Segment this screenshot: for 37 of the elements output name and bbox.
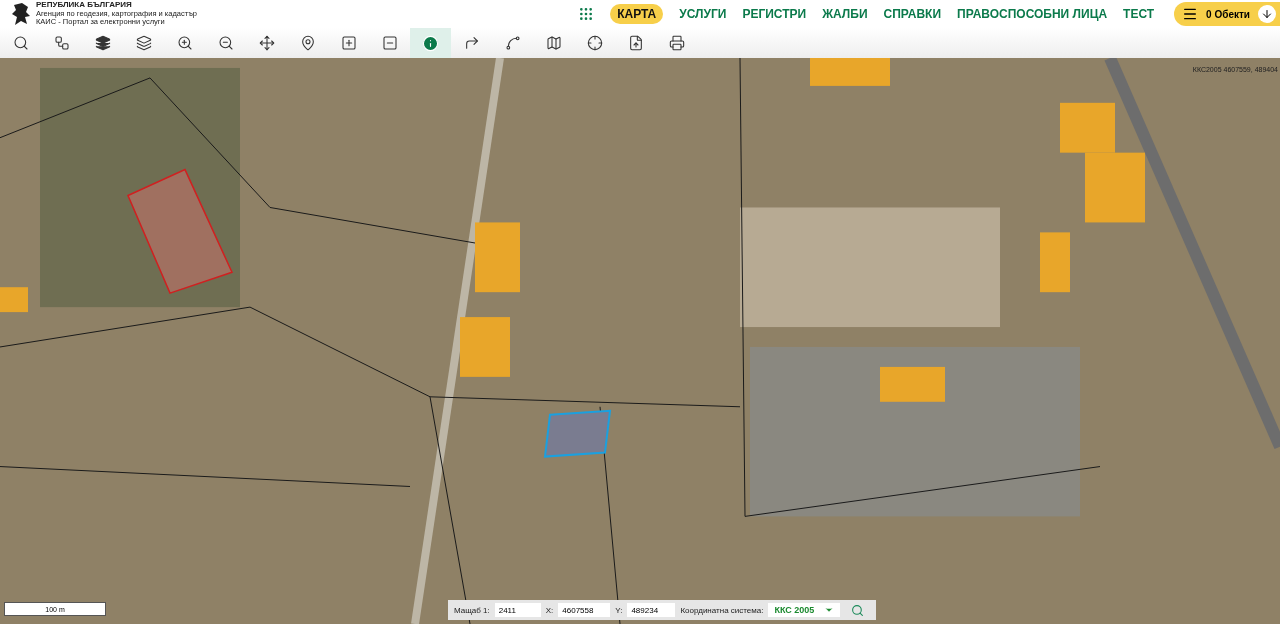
nav-link[interactable]: СПРАВКИ [883, 4, 942, 24]
map-icon [545, 35, 562, 51]
move-icon [258, 35, 275, 51]
coordinate-system-label: Координатна система: [680, 605, 764, 615]
caret-icon [824, 605, 835, 615]
scale-label: Мащаб 1: [454, 605, 490, 615]
scale-field[interactable]: 2411 [494, 603, 541, 617]
info-icon [422, 34, 439, 52]
download-icon [1258, 5, 1276, 23]
y-label: Y: [615, 605, 623, 615]
square-plus-icon [340, 35, 357, 51]
apps-grid-icon[interactable] [578, 6, 595, 22]
search-icon [851, 603, 865, 617]
coordinate-system-dropdown[interactable]: ККС 2005 [768, 603, 841, 617]
objects-button[interactable]: 0 Обекти [1174, 2, 1280, 26]
nav-link[interactable]: УСЛУГИ [679, 4, 727, 24]
menu-icon [1182, 6, 1199, 22]
nav-link[interactable]: КАРТА [610, 4, 664, 24]
logo-text: РЕПУБЛИКА БЪЛГАРИЯ [36, 1, 133, 10]
nav-link[interactable]: ПРАВОСПОСОБНИ ЛИЦА [957, 4, 1108, 24]
x-coordinate-field[interactable]: 4607558 [558, 603, 611, 617]
zoom-out-icon [217, 35, 234, 51]
square-minus-icon [381, 35, 398, 51]
layers-icon [94, 35, 111, 51]
crosshair-icon [586, 35, 603, 51]
document-upload-icon [627, 35, 644, 51]
map-pin-icon [299, 35, 316, 51]
zoom-in-icon [176, 35, 193, 51]
layers-icon [135, 35, 152, 51]
nav-link[interactable]: ТЕСТ [1123, 4, 1155, 24]
search-icon [12, 35, 29, 51]
nav-link[interactable]: ЖАЛБИ [822, 4, 868, 24]
nodes-icon [53, 35, 70, 51]
nav-link[interactable]: РЕГИСТРИ [742, 4, 807, 24]
y-coordinate-field[interactable]: 489234 [627, 603, 676, 617]
x-label: X: [545, 605, 554, 615]
printer-icon [668, 35, 685, 51]
